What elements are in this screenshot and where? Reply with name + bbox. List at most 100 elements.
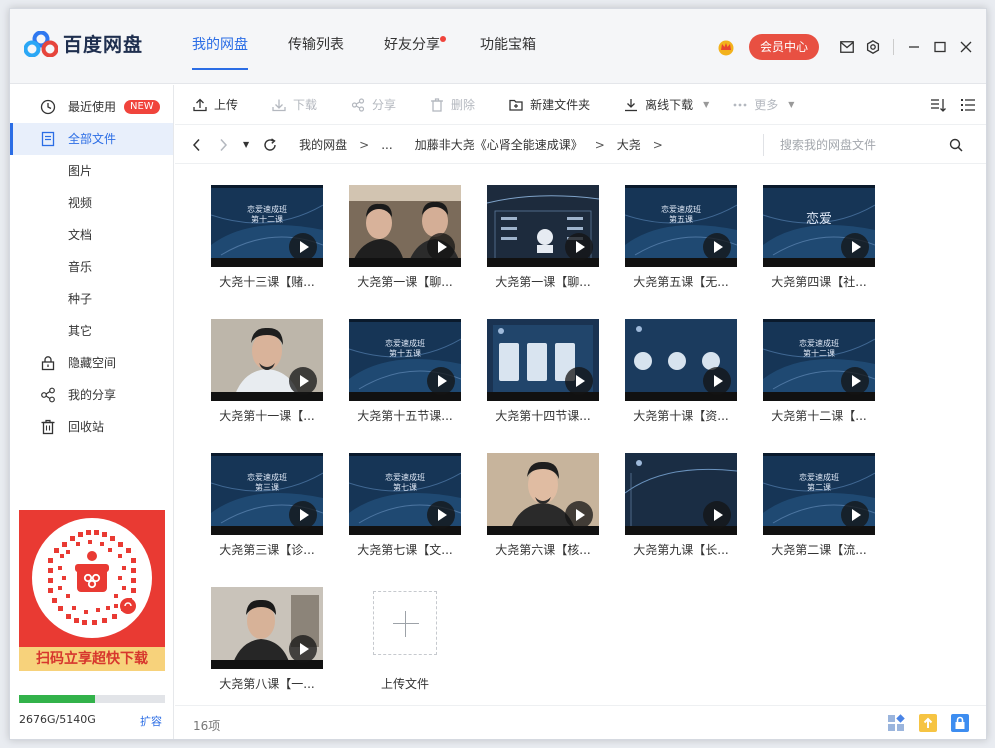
sidebar-item-recent[interactable]: 最近使用 NEW [10, 91, 173, 123]
file-name[interactable]: 大尧第四课【社... [759, 273, 879, 290]
video-thumbnail[interactable]: 恋爱速成班 第七课 [349, 453, 461, 535]
file-tile[interactable]: 恋爱速成班 第十二课 大尧十三课【赌... [211, 173, 323, 289]
play-icon[interactable] [289, 635, 317, 663]
dropdown-caret-icon[interactable]: ▼ [703, 100, 709, 109]
refresh-icon[interactable] [263, 137, 277, 152]
file-name[interactable]: 大尧第十二课【... [759, 407, 879, 424]
play-icon[interactable] [841, 233, 869, 261]
upload-transfer-icon[interactable] [918, 713, 938, 733]
upload-file-tile[interactable]: 上传文件 [349, 575, 461, 691]
file-tile[interactable]: 大尧第一课【聊... [349, 173, 461, 289]
file-name[interactable]: 大尧第六课【核... [483, 541, 603, 558]
file-name[interactable]: 大尧第二课【流... [759, 541, 879, 558]
play-icon[interactable] [565, 501, 593, 529]
file-tile[interactable]: 恋爱速成班 第七课 大尧第七课【文... [349, 441, 461, 557]
video-thumbnail[interactable]: 恋爱 [763, 185, 875, 267]
play-icon[interactable] [565, 367, 593, 395]
video-thumbnail[interactable] [349, 185, 461, 267]
search-input[interactable]: 搜索我的网盘文件 [763, 134, 971, 156]
upload-plus-icon[interactable] [373, 591, 437, 655]
video-thumbnail[interactable]: 恋爱速成班 第五课 [625, 185, 737, 267]
file-name[interactable]: 大尧第十四节课... [483, 407, 603, 424]
video-thumbnail[interactable]: 恋爱速成班 第二课 [763, 453, 875, 535]
apps-grid-icon[interactable] [886, 713, 906, 733]
sort-icon[interactable] [930, 97, 946, 113]
file-name[interactable]: 大尧第七课【文... [345, 541, 465, 558]
file-name[interactable]: 大尧第十课【资... [621, 407, 741, 424]
play-icon[interactable] [289, 501, 317, 529]
file-tile[interactable]: 大尧第九课【长... [625, 441, 737, 557]
file-name[interactable]: 大尧第十五节课... [345, 407, 465, 424]
file-name[interactable]: 大尧第十一课【... [207, 407, 327, 424]
video-thumbnail[interactable] [487, 453, 599, 535]
tab-friend-share[interactable]: 好友分享 [384, 9, 446, 84]
play-icon[interactable] [703, 501, 731, 529]
play-icon[interactable] [289, 367, 317, 395]
upload-button[interactable]: 上传 [193, 96, 238, 113]
video-thumbnail[interactable] [211, 587, 323, 669]
crumb-ellipsis[interactable]: ... [381, 138, 392, 152]
play-icon[interactable] [427, 233, 455, 261]
privacy-lock-icon[interactable] [950, 713, 970, 733]
offline-download-button[interactable]: 离线下载 ▼ [624, 96, 709, 113]
file-tile[interactable]: 恋爱速成班 第十二课 大尧第十二课【... [763, 307, 875, 423]
share-button[interactable]: 分享 [351, 96, 396, 113]
video-thumbnail[interactable] [487, 319, 599, 401]
upload-file-label[interactable]: 上传文件 [345, 675, 465, 692]
file-name[interactable]: 大尧第一课【聊... [483, 273, 603, 290]
dropdown-caret-icon[interactable]: ▼ [788, 100, 794, 109]
crown-icon[interactable] [717, 38, 735, 56]
sidebar-item-my-shares[interactable]: 我的分享 [10, 379, 173, 411]
play-icon[interactable] [289, 233, 317, 261]
file-tile[interactable]: 大尧第八课【一... [211, 575, 323, 691]
tab-my-disk[interactable]: 我的网盘 [192, 9, 248, 84]
sidebar-item-recycle-bin[interactable]: 回收站 [10, 411, 173, 443]
crumb-current-folder[interactable]: 大尧 [617, 136, 641, 153]
file-tile[interactable]: 大尧第十四节课... [487, 307, 599, 423]
vip-center-button[interactable]: 会员中心 [749, 33, 819, 60]
file-tile[interactable]: 恋爱速成班 第二课 大尧第二课【流... [763, 441, 875, 557]
file-name[interactable]: 大尧十三课【赌... [207, 273, 327, 290]
play-icon[interactable] [841, 501, 869, 529]
play-icon[interactable] [427, 367, 455, 395]
file-tile[interactable]: 恋爱速成班 第十五课 大尧第十五节课... [349, 307, 461, 423]
video-thumbnail[interactable] [625, 453, 737, 535]
sidebar-item-others[interactable]: 其它 [10, 315, 173, 347]
search-icon[interactable] [949, 137, 963, 159]
minimize-icon[interactable] [902, 35, 926, 59]
crumb-course-folder[interactable]: 加藤非大尧《心肾全能速成课》 [415, 136, 583, 153]
maximize-icon[interactable] [928, 35, 952, 59]
promo-banner[interactable]: 扫码立享超快下载 [19, 510, 165, 671]
forward-arrow-icon[interactable] [217, 138, 229, 152]
sidebar-item-torrents[interactable]: 种子 [10, 283, 173, 315]
delete-button[interactable]: 删除 [430, 96, 475, 113]
file-name[interactable]: 大尧第五课【无... [621, 273, 741, 290]
play-icon[interactable] [703, 367, 731, 395]
file-name[interactable]: 大尧第一课【聊... [345, 273, 465, 290]
play-icon[interactable] [703, 233, 731, 261]
sidebar-item-music[interactable]: 音乐 [10, 251, 173, 283]
sidebar-item-images[interactable]: 图片 [10, 155, 173, 187]
file-tile[interactable]: 大尧第十一课【... [211, 307, 323, 423]
close-icon[interactable] [954, 35, 978, 59]
play-icon[interactable] [427, 501, 455, 529]
file-tile[interactable]: 大尧第十课【资... [625, 307, 737, 423]
video-thumbnail[interactable]: 恋爱速成班 第十二课 [211, 185, 323, 267]
mail-icon[interactable] [839, 39, 855, 55]
file-name[interactable]: 大尧第三课【诊... [207, 541, 327, 558]
file-tile[interactable]: 恋爱 大尧第四课【社... [763, 173, 875, 289]
more-button[interactable]: 更多 ▼ [733, 96, 794, 113]
video-thumbnail[interactable] [211, 319, 323, 401]
file-tile[interactable]: 恋爱速成班 第五课 大尧第五课【无... [625, 173, 737, 289]
back-arrow-icon[interactable] [191, 138, 203, 152]
video-thumbnail[interactable] [625, 319, 737, 401]
sidebar-item-videos[interactable]: 视频 [10, 187, 173, 219]
play-icon[interactable] [841, 367, 869, 395]
video-thumbnail[interactable]: 恋爱速成班 第十二课 [763, 319, 875, 401]
sidebar-item-hidden-space[interactable]: 隐藏空间 [10, 347, 173, 379]
settings-icon[interactable] [865, 39, 881, 55]
sidebar-item-all-files[interactable]: 全部文件 [10, 123, 173, 155]
new-folder-button[interactable]: 新建文件夹 [509, 96, 590, 113]
tab-toolbox[interactable]: 功能宝箱 [480, 9, 536, 84]
tab-transfer-list[interactable]: 传输列表 [288, 9, 344, 84]
